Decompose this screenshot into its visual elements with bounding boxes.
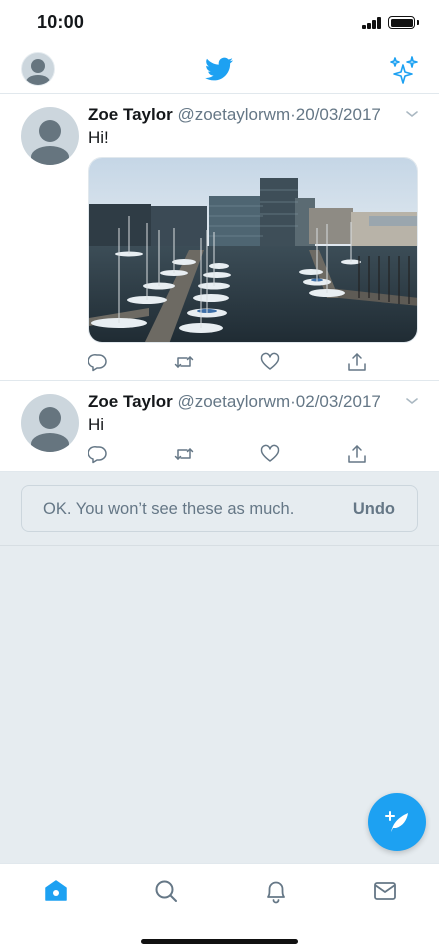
feedback-notice: OK. You won’t see these as much. Undo xyxy=(21,485,418,532)
like-icon[interactable] xyxy=(260,444,280,464)
tweet-author-avatar[interactable] xyxy=(21,107,79,165)
top-nav xyxy=(0,46,439,94)
status-bar: 10:00 xyxy=(0,0,439,46)
tweet-header: Zoe Taylor @zoetaylorwm·02/03/2017 xyxy=(88,392,381,412)
chevron-down-icon[interactable] xyxy=(405,109,419,119)
tweet-text: Hi xyxy=(88,415,105,434)
tweet-author-handle[interactable]: @zoetaylorwm xyxy=(177,392,290,411)
compose-tweet-button[interactable] xyxy=(368,793,426,851)
tweet-date: 20/03/2017 xyxy=(295,105,381,124)
battery-icon xyxy=(388,16,415,29)
share-icon[interactable] xyxy=(347,444,367,464)
tweet-text: Hi! xyxy=(88,128,109,147)
tab-bar xyxy=(0,863,439,952)
tweet-actions xyxy=(88,444,368,464)
like-icon[interactable] xyxy=(260,352,280,372)
status-time: 10:00 xyxy=(37,12,85,32)
tweet-header: Zoe Taylor @zoetaylorwm·20/03/2017 xyxy=(88,105,381,125)
divider xyxy=(0,545,439,546)
tweet-author-handle[interactable]: @zoetaylorwm xyxy=(177,105,290,124)
sparkle-icon[interactable] xyxy=(389,55,419,85)
signal-icon xyxy=(362,17,382,29)
tweet-date: 02/03/2017 xyxy=(295,392,381,411)
notifications-icon[interactable] xyxy=(263,878,289,904)
battery-tip xyxy=(417,20,419,25)
retweet-icon[interactable] xyxy=(174,352,194,372)
retweet-icon[interactable] xyxy=(174,444,194,464)
home-indicator xyxy=(141,939,298,944)
compose-tweet-icon xyxy=(385,811,408,832)
messages-icon[interactable] xyxy=(372,878,398,904)
undo-button[interactable]: Undo xyxy=(353,500,395,519)
home-icon[interactable] xyxy=(43,878,69,904)
share-icon[interactable] xyxy=(347,352,367,372)
feedback-message: OK. You won’t see these as much. xyxy=(43,500,295,518)
chevron-down-icon[interactable] xyxy=(405,396,419,406)
reply-icon[interactable] xyxy=(88,352,108,372)
tweet-actions xyxy=(88,352,368,372)
tweet-author-avatar[interactable] xyxy=(21,394,79,452)
tweet-author-name[interactable]: Zoe Taylor xyxy=(88,392,173,411)
tweet-author-name[interactable]: Zoe Taylor xyxy=(88,105,173,124)
tweet[interactable]: Zoe Taylor @zoetaylorwm·02/03/2017 Hi xyxy=(0,382,439,472)
tweet-media-image[interactable] xyxy=(88,157,418,343)
search-icon[interactable] xyxy=(153,878,179,904)
reply-icon[interactable] xyxy=(88,444,108,464)
tweet[interactable]: Zoe Taylor @zoetaylorwm·20/03/2017 Hi! xyxy=(0,95,439,381)
profile-avatar[interactable] xyxy=(21,52,55,86)
twitter-bird-icon[interactable] xyxy=(204,55,235,83)
